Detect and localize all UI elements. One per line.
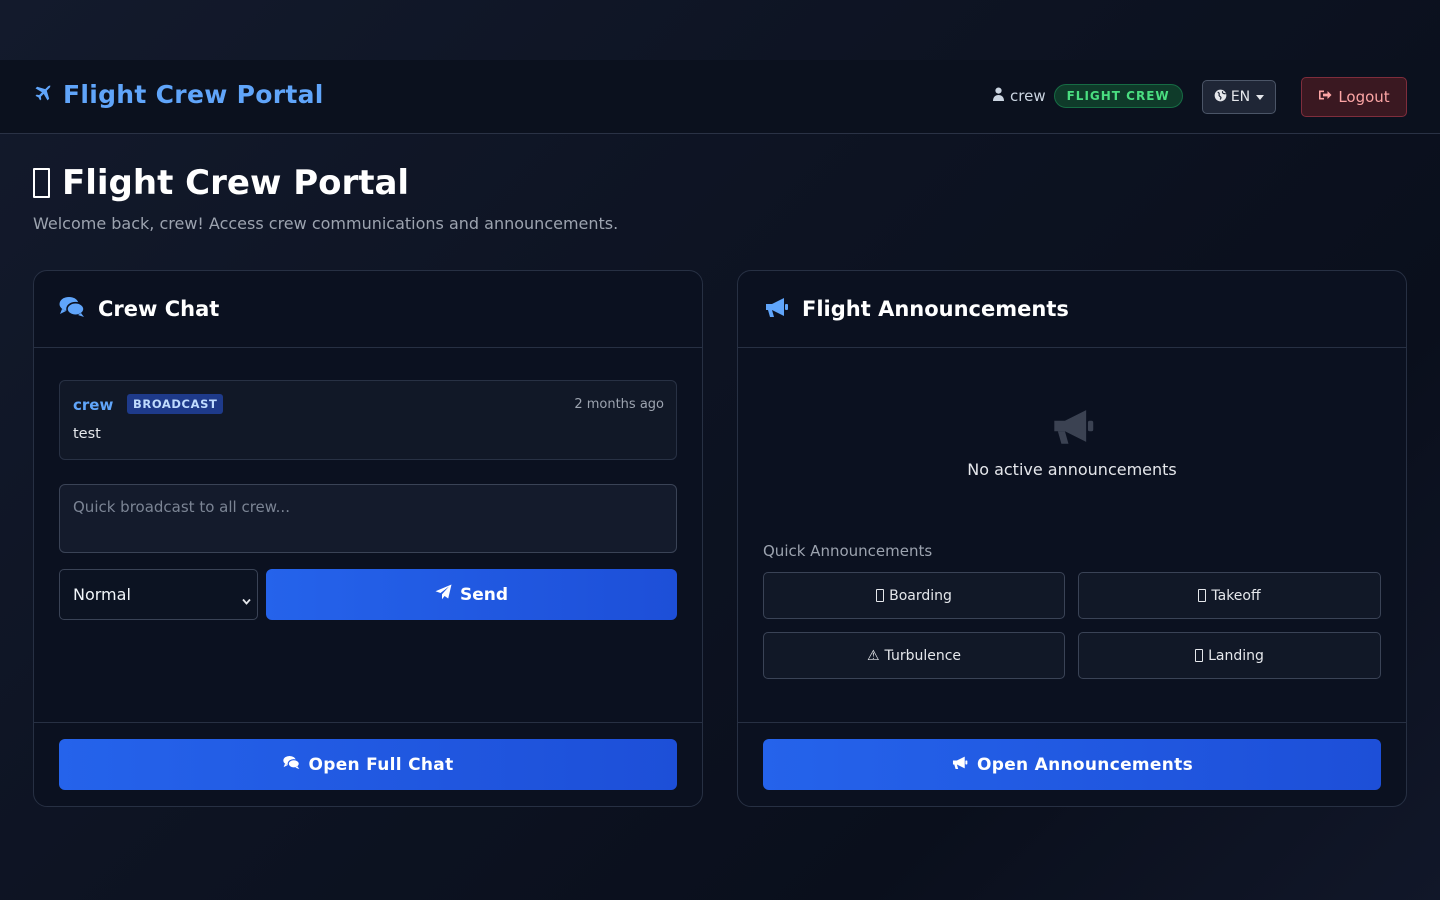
quick-announcements-label: Quick Announcements: [763, 542, 933, 560]
empty-state-text: No active announcements: [967, 460, 1177, 479]
brand-title: Flight Crew Portal: [63, 80, 324, 109]
announcements-header: Flight Announcements: [738, 271, 1406, 348]
user-info: crew FLIGHT CREW: [993, 84, 1183, 108]
broadcast-badge: BROADCAST: [127, 394, 224, 414]
message-time: 2 months ago: [574, 397, 664, 412]
top-strip: [0, 0, 1440, 60]
missing-glyph-icon: [1195, 649, 1204, 662]
page-subtitle: Welcome back, crew! Access crew communic…: [33, 214, 619, 233]
logout-label: Logout: [1338, 88, 1390, 106]
priority-select[interactable]: Normal: [59, 569, 258, 620]
message-author: crew: [73, 396, 114, 414]
missing-glyph-icon: [1198, 589, 1207, 602]
role-badge: FLIGHT CREW: [1053, 84, 1183, 108]
chat-message: crew BROADCAST 2 months ago test: [59, 380, 677, 460]
open-full-chat-button[interactable]: Open Full Chat: [59, 739, 677, 790]
paper-plane-icon: [435, 584, 452, 605]
caret-down-icon: [1256, 94, 1265, 100]
bullhorn-icon: [763, 296, 789, 323]
bullhorn-icon: [951, 755, 968, 775]
sign-out-icon: [1318, 88, 1332, 106]
send-label: Send: [459, 584, 509, 605]
plane-icon: [33, 80, 53, 109]
page-title: Flight Crew Portal: [33, 163, 409, 203]
crew-chat-header: Crew Chat: [34, 271, 702, 348]
quick-takeoff-button[interactable]: Takeoff: [1078, 572, 1381, 619]
send-button[interactable]: Send: [266, 569, 677, 620]
open-announcements-button[interactable]: Open Announcements: [763, 739, 1381, 790]
chevron-down-icon: [242, 591, 251, 605]
comments-icon: [282, 755, 300, 775]
logout-button[interactable]: Logout: [1301, 77, 1407, 117]
announcements-footer: Open Announcements: [738, 722, 1406, 806]
quick-turbulence-button[interactable]: ⚠ Turbulence: [763, 632, 1065, 679]
quick-landing-button[interactable]: Landing: [1078, 632, 1381, 679]
broadcast-input[interactable]: [59, 484, 677, 553]
warning-icon: ⚠: [866, 647, 880, 664]
priority-value: Normal: [73, 585, 131, 604]
brand[interactable]: Flight Crew Portal: [33, 80, 324, 109]
open-full-chat-label: Open Full Chat: [308, 754, 454, 775]
quick-boarding-label: Boarding: [889, 587, 952, 604]
quick-landing-label: Landing: [1208, 647, 1264, 664]
globe-icon: [1214, 89, 1227, 106]
bullhorn-icon: [738, 406, 1406, 446]
missing-glyph-icon: [33, 168, 50, 198]
missing-glyph-icon: [876, 589, 885, 602]
language-dropdown[interactable]: EN: [1202, 80, 1276, 114]
user-icon: [993, 87, 1004, 105]
crew-chat-footer: Open Full Chat: [34, 722, 702, 806]
empty-state: No active announcements: [738, 406, 1406, 479]
announcements-title: Flight Announcements: [802, 297, 1069, 321]
message-text: test: [73, 426, 101, 442]
language-label: EN: [1230, 89, 1251, 105]
comments-icon: [59, 296, 85, 323]
announcements-card: Flight Announcements No active announcem…: [737, 270, 1407, 807]
quick-boarding-button[interactable]: Boarding: [763, 572, 1065, 619]
quick-announcements-grid: Boarding Takeoff ⚠ Turbulence Landing: [763, 572, 1382, 679]
quick-turbulence-label: Turbulence: [884, 647, 962, 664]
crew-chat-title: Crew Chat: [98, 297, 220, 321]
quick-takeoff-label: Takeoff: [1211, 587, 1261, 604]
page-title-text: Flight Crew Portal: [62, 163, 410, 203]
navbar: Flight Crew Portal crew FLIGHT CREW EN L…: [0, 60, 1440, 134]
open-announcements-label: Open Announcements: [976, 754, 1193, 775]
username: crew: [1010, 87, 1046, 105]
crew-chat-card: Crew Chat crew BROADCAST 2 months ago te…: [33, 270, 703, 807]
